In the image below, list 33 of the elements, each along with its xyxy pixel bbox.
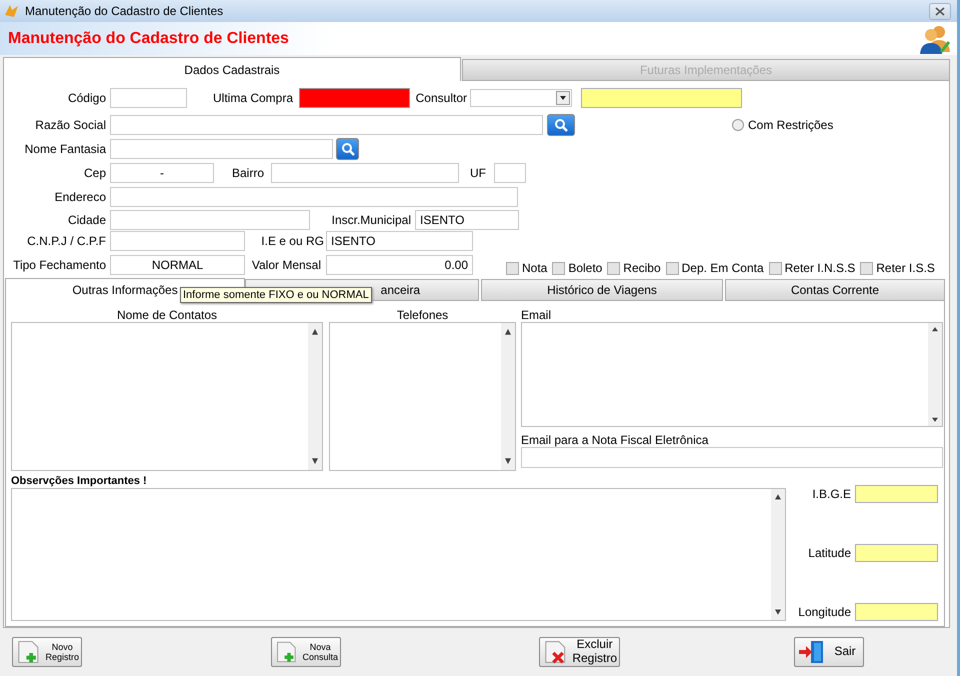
checkbox-label: Dep. Em Conta <box>682 261 764 275</box>
field-label: Código <box>66 91 106 105</box>
checkbox-label: Reter I.N.S.S <box>784 261 856 275</box>
tooltip: Informe somente FIXO e ou NORMAL <box>180 287 372 303</box>
field-label: Bairro <box>232 166 266 180</box>
checkbox-label: Boleto <box>568 261 602 275</box>
notes-label: Observções Importantes ! <box>11 475 148 488</box>
field-label: I.B.G.E <box>812 487 851 501</box>
field-label: Cidade <box>66 212 106 226</box>
field-label: C.N.P.J / C.P.F <box>26 234 106 248</box>
field-label: Cep <box>82 166 106 180</box>
field-label: Ultima Compra <box>213 91 293 105</box>
field-label: Longitude <box>798 605 851 619</box>
radio-label: Com Restrições <box>748 118 834 132</box>
field-label: I.E e ou RG <box>260 234 324 248</box>
column-label: Telefones <box>396 308 450 322</box>
field-label: Nome Fantasia <box>24 142 106 156</box>
field-label: UF <box>470 166 486 180</box>
field-label: Endereco <box>54 190 106 204</box>
checkbox-label: Nota <box>522 261 548 275</box>
field-label: Valor Mensal <box>250 258 321 272</box>
column-label: Nome de Contatos <box>116 308 218 322</box>
checkbox-label: Recibo <box>623 261 661 275</box>
field-label: Razão Social <box>34 118 106 132</box>
field-label: Email <box>521 308 552 322</box>
window-title: Manutenção do Cadastro de Clientes <box>25 4 224 18</box>
field-label: Tipo Fechamento <box>12 258 106 272</box>
form-title: Manutenção do Cadastro de Clientes <box>8 30 289 48</box>
field-label: Consultor <box>415 91 467 105</box>
field-label: Email para a Nota Fiscal Eletrônica <box>521 433 710 447</box>
checkbox-label: Reter I.S.S <box>876 261 935 275</box>
field-label: Inscr.Municipal <box>330 212 411 226</box>
field-label: Latitude <box>808 546 851 560</box>
